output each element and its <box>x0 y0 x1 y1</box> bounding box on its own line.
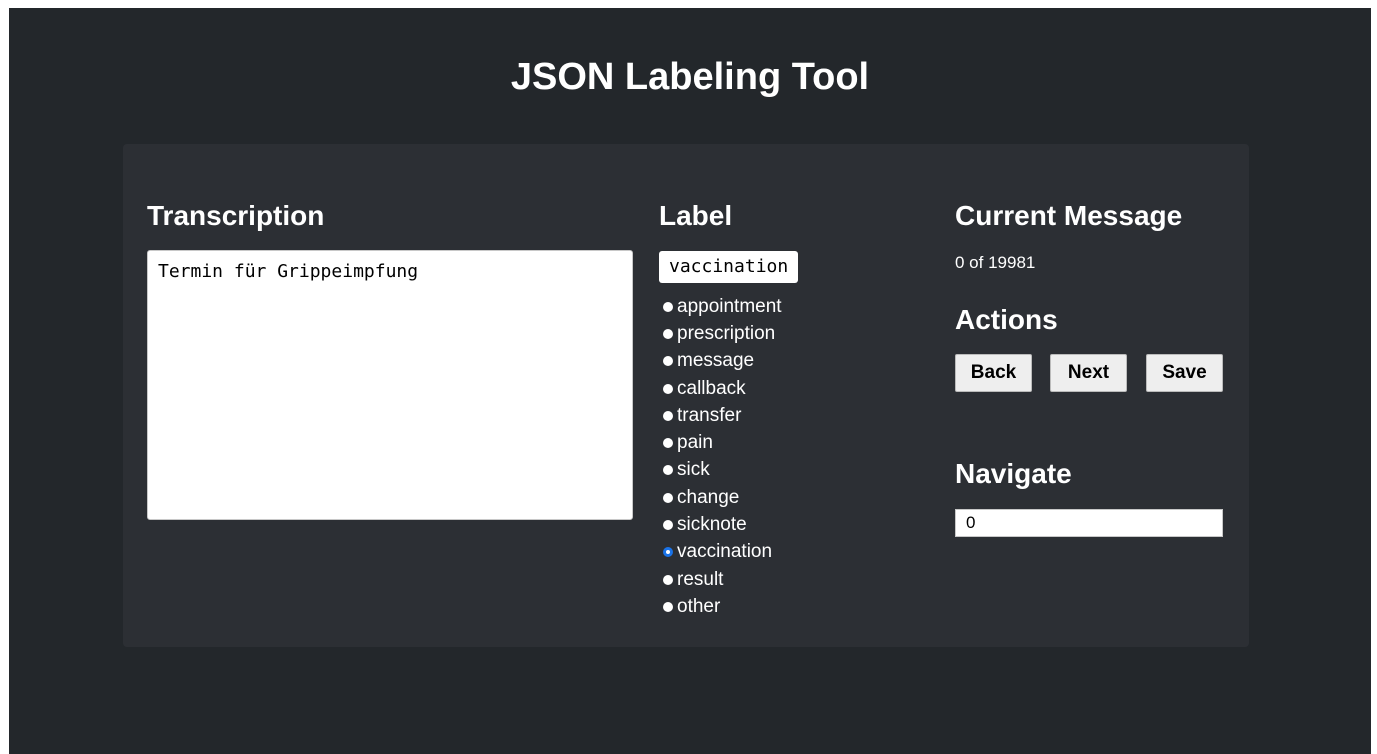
radio-icon[interactable] <box>663 438 673 449</box>
actions-heading: Actions <box>955 304 1058 335</box>
navigate-heading: Navigate <box>955 458 1072 489</box>
label-option-callback[interactable]: callback <box>663 375 782 402</box>
radio-icon[interactable] <box>663 465 673 476</box>
label-option-vaccination[interactable]: vaccination <box>663 539 782 566</box>
next-button[interactable]: Next <box>1050 354 1127 392</box>
back-button[interactable]: Back <box>955 354 1032 392</box>
current-message-heading: Current Message <box>955 200 1183 231</box>
label-option-text: callback <box>677 377 746 399</box>
selected-label-display: vaccination <box>659 251 799 283</box>
label-option-text: prescription <box>677 322 776 344</box>
label-option-transfer[interactable]: transfer <box>663 402 782 429</box>
label-options-list: appointment prescription message callback tr… <box>663 293 782 621</box>
radio-icon[interactable] <box>663 383 673 394</box>
radio-icon[interactable] <box>663 328 673 339</box>
label-option-other[interactable]: other <box>663 593 782 620</box>
label-option-text: appointment <box>677 295 782 317</box>
label-option-text: sick <box>677 459 710 481</box>
label-option-text: result <box>677 568 724 590</box>
radio-icon[interactable] <box>663 410 673 421</box>
label-option-change[interactable]: change <box>663 484 782 511</box>
label-option-text: vaccination <box>677 541 773 563</box>
radio-icon[interactable] <box>663 492 673 503</box>
label-option-pain[interactable]: pain <box>663 429 782 456</box>
label-option-prescription[interactable]: prescription <box>663 320 782 347</box>
label-option-sick[interactable]: sick <box>663 457 782 484</box>
page-title: JSON Labeling Tool <box>510 56 870 98</box>
label-option-text: change <box>677 486 740 508</box>
save-button[interactable]: Save <box>1146 354 1223 392</box>
transcription-heading: Transcription <box>147 200 325 231</box>
label-option-text: transfer <box>677 404 742 426</box>
transcription-textarea[interactable]: Termin für Grippeimpfung <box>147 250 633 520</box>
label-option-text: other <box>677 595 721 617</box>
label-option-result[interactable]: result <box>663 566 782 593</box>
main-panel: Transcription Termin für Grippeimpfung L… <box>123 144 1249 647</box>
label-option-text: sicknote <box>677 514 747 536</box>
label-heading: Label <box>659 200 733 231</box>
radio-icon[interactable] <box>663 601 673 612</box>
label-option-text: pain <box>677 432 713 454</box>
label-option-appointment[interactable]: appointment <box>663 293 782 320</box>
radio-icon[interactable] <box>663 301 673 312</box>
label-option-sicknote[interactable]: sicknote <box>663 511 782 538</box>
navigate-input[interactable] <box>955 509 1223 537</box>
message-counter: 0 of 19981 <box>955 253 1036 272</box>
radio-checked-icon[interactable] <box>663 547 673 558</box>
radio-icon[interactable] <box>663 574 673 585</box>
radio-icon[interactable] <box>663 520 673 531</box>
app-container: JSON Labeling Tool Transcription Termin … <box>9 8 1371 754</box>
label-option-message[interactable]: message <box>663 348 782 375</box>
label-option-text: message <box>677 350 755 372</box>
radio-icon[interactable] <box>663 356 673 367</box>
